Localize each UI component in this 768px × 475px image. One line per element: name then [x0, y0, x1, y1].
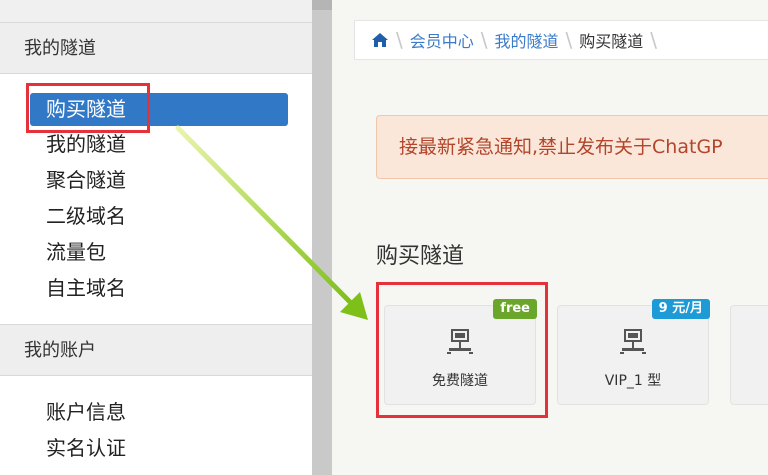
breadcrumb: \ 会员中心 \ 我的隧道 \ 购买隧道 \	[354, 20, 768, 60]
sidebar-item-real-name-auth[interactable]: 实名认证	[30, 432, 288, 465]
card-free-tunnel[interactable]: free 免费隧道	[384, 299, 537, 405]
sidebar-item-traffic-pack[interactable]: 流量包	[30, 236, 288, 269]
sidebar-section-tunnels[interactable]: 我的隧道	[0, 22, 312, 74]
breadcrumb-separator: \	[396, 28, 403, 52]
breadcrumb-separator: \	[565, 28, 573, 52]
card-vip1-tunnel[interactable]: 9 元/月 VIP_1 型	[557, 299, 710, 405]
notice-alert: 接最新紧急通知,禁止发布关于ChatGP	[376, 115, 768, 179]
card-label: 免费隧道	[432, 373, 488, 389]
breadcrumb-member-center[interactable]: 会员中心	[410, 28, 474, 52]
sidebar-section-account[interactable]: 我的账户	[0, 324, 312, 376]
free-badge: free	[493, 299, 537, 319]
sidebar: 我的隧道 购买隧道 我的隧道 聚合隧道 二级域名 流量包 自主域名 我的账户 账…	[0, 0, 312, 475]
sidebar-item-buy-tunnel[interactable]: 购买隧道	[30, 93, 288, 126]
card-label: VIP_1 型	[604, 373, 662, 389]
home-icon[interactable]	[371, 32, 389, 48]
card-partial-next[interactable]	[730, 305, 768, 405]
scrollbar-up-arrow[interactable]	[312, 0, 332, 10]
sidebar-top-strip	[0, 0, 312, 23]
network-icon	[618, 326, 648, 356]
sidebar-item-custom-domain[interactable]: 自主域名	[30, 272, 288, 305]
breadcrumb-separator: \	[480, 28, 488, 52]
breadcrumb-my-tunnels[interactable]: 我的隧道	[495, 28, 559, 52]
sidebar-item-my-tunnels[interactable]: 我的隧道	[30, 128, 288, 161]
breadcrumb-current-page: 购买隧道	[579, 32, 644, 51]
sidebar-item-subdomain[interactable]: 二级域名	[30, 200, 288, 233]
breadcrumb-separator: \	[650, 28, 658, 52]
main-content: \ 会员中心 \ 我的隧道 \ 购买隧道 \ 接最新紧急通知,禁止发布关于Cha…	[332, 0, 768, 475]
sidebar-item-account-info[interactable]: 账户信息	[30, 396, 288, 429]
price-badge: 9 元/月	[651, 299, 710, 319]
sidebar-scrollbar[interactable]	[312, 0, 332, 475]
sidebar-item-aggregate-tunnel[interactable]: 聚合隧道	[30, 164, 288, 197]
section-title: 购买隧道	[376, 244, 465, 269]
network-icon	[445, 326, 475, 356]
